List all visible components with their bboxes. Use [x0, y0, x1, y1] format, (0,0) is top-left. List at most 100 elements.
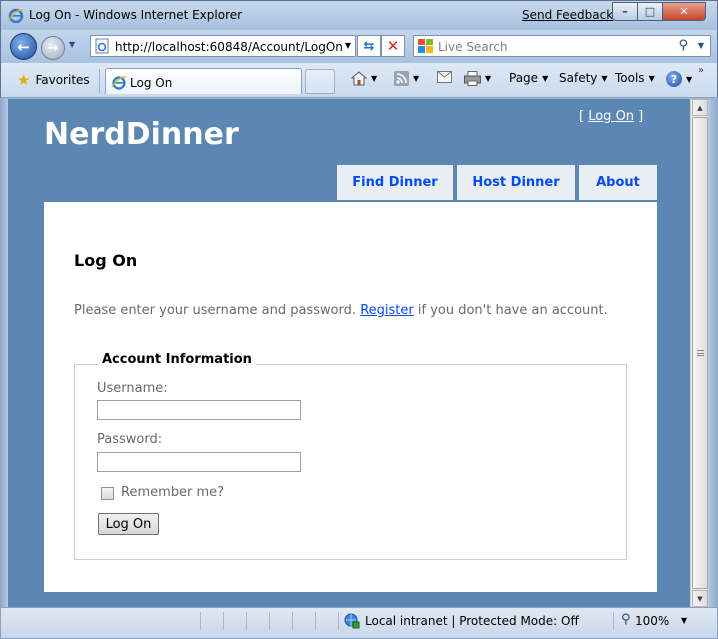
safety-menu[interactable]: Safety ▼ — [559, 71, 608, 85]
fieldset-legend: Account Information — [98, 352, 256, 367]
chevron-down-icon: ▼ — [697, 594, 703, 603]
recent-pages-dropdown-icon[interactable]: ▼ — [69, 40, 75, 49]
login-display: [ Log On ] — [579, 109, 643, 124]
minimize-button[interactable]: – — [612, 2, 638, 21]
vertical-scrollbar[interactable]: ▲ ▼ — [690, 99, 708, 607]
rss-feed-icon — [394, 71, 409, 86]
chevron-up-icon: ▲ — [697, 103, 703, 112]
divider — [200, 612, 201, 630]
favorites-button[interactable]: ★ Favorites — [11, 69, 96, 91]
title-bar: Log On - Windows Internet Explorer Send … — [0, 0, 718, 30]
close-button[interactable]: ✕ — [663, 2, 706, 21]
tools-menu[interactable]: Tools ▼ — [615, 71, 655, 85]
intro-text-after: if you don't have an account. — [413, 303, 608, 318]
internet-explorer-icon — [111, 76, 127, 90]
forward-arrow-icon: → — [47, 40, 59, 56]
read-mail-button[interactable] — [437, 71, 452, 83]
window-frame-right — [708, 99, 718, 607]
stop-icon: ✕ — [386, 37, 400, 55]
chevron-down-icon: ▼ — [542, 73, 549, 83]
divider — [246, 612, 247, 630]
scroll-up-button[interactable]: ▲ — [692, 99, 708, 116]
address-dropdown-icon[interactable]: ▼ — [345, 41, 351, 50]
tab-log-on[interactable]: Log On — [105, 68, 302, 94]
toolbar-overflow-icon[interactable]: » — [698, 65, 704, 76]
search-input[interactable]: Live Search ⚲ ▼ — [413, 35, 711, 57]
tab-label: Log On — [130, 76, 173, 90]
divider — [338, 612, 339, 630]
menu-find-dinner[interactable]: Find Dinner — [337, 165, 453, 200]
log-on-link[interactable]: Log On — [588, 109, 634, 124]
password-field[interactable] — [97, 452, 301, 472]
menu-about[interactable]: About — [579, 165, 657, 200]
chevron-down-icon: ▼ — [371, 74, 378, 83]
send-feedback-link[interactable]: Send Feedback — [522, 8, 613, 22]
scroll-down-button[interactable]: ▼ — [692, 590, 708, 607]
stop-button[interactable]: ✕ — [381, 35, 405, 57]
search-placeholder: Live Search — [438, 40, 508, 54]
page-title: Log On — [74, 251, 138, 270]
forward-button[interactable]: → — [41, 36, 65, 60]
live-search-logo-icon — [418, 39, 433, 53]
chevron-down-icon: ▼ — [413, 74, 420, 83]
chevron-down-icon: ▼ — [648, 73, 655, 83]
maximize-icon: □ — [644, 5, 656, 18]
divider — [613, 612, 614, 630]
remember-me-checkbox[interactable] — [101, 487, 114, 500]
divider — [99, 69, 100, 93]
help-menu[interactable]: ? ▼ — [666, 71, 692, 87]
zoom-dropdown-icon[interactable]: ▼ — [681, 616, 687, 625]
back-button[interactable]: ← — [10, 33, 37, 60]
tab-bar: ★ Favorites Log On ▼ ▼ ▼ Page ▼ Safety ▼… — [0, 63, 718, 98]
favorites-label: Favorites — [35, 73, 90, 87]
close-icon: ✕ — [679, 5, 689, 18]
zoom-level[interactable]: 100% — [635, 614, 669, 628]
login-bracket-open: [ — [579, 109, 589, 124]
username-label: Username: — [97, 381, 168, 396]
address-bar[interactable]: http://localhost:60848/Account/LogOn ▼ — [90, 35, 356, 57]
safety-menu-label: Safety — [559, 71, 598, 85]
minimize-icon: – — [622, 5, 628, 18]
register-link[interactable]: Register — [360, 303, 414, 318]
divider — [223, 612, 224, 630]
scrollbar-thumb[interactable] — [692, 117, 708, 589]
security-zone-text[interactable]: Local intranet | Protected Mode: Off — [365, 614, 579, 628]
new-tab-button[interactable] — [305, 69, 335, 94]
page-menu-label: Page — [509, 71, 539, 85]
chevron-down-icon: ▼ — [601, 73, 608, 83]
status-bar: Local intranet | Protected Mode: Off ⚲ 1… — [0, 607, 718, 639]
internet-explorer-icon — [8, 8, 24, 23]
search-options-dropdown-icon[interactable]: ▼ — [698, 41, 704, 50]
divider — [292, 612, 293, 630]
site-title: NerdDinner — [44, 117, 239, 152]
home-button[interactable]: ▼ — [351, 71, 377, 86]
page-menu[interactable]: Page ▼ — [509, 71, 548, 85]
menu-host-dinner[interactable]: Host Dinner — [457, 165, 575, 200]
refresh-button[interactable]: ⇆ — [357, 35, 381, 57]
zoom-icon[interactable]: ⚲ — [621, 612, 631, 627]
password-label: Password: — [97, 432, 163, 447]
printer-icon — [464, 71, 481, 86]
chevron-down-icon: ▼ — [485, 74, 492, 83]
home-icon — [351, 71, 367, 86]
chevron-down-icon: ▼ — [686, 74, 693, 84]
window-controls: – □ ✕ — [612, 2, 706, 21]
remember-me-label: Remember me? — [121, 485, 225, 500]
feeds-button[interactable]: ▼ — [394, 71, 419, 86]
log-on-button[interactable]: Log On — [98, 513, 159, 535]
tools-menu-label: Tools — [615, 71, 645, 85]
divider — [315, 612, 316, 630]
help-icon: ? — [666, 71, 682, 87]
main-menu: Find Dinner Host Dinner About — [337, 165, 657, 200]
mail-icon — [437, 71, 452, 83]
print-button[interactable]: ▼ — [464, 71, 491, 86]
refresh-icon: ⇆ — [363, 38, 375, 54]
maximize-button[interactable]: □ — [638, 2, 663, 21]
window-frame-left — [0, 99, 8, 607]
username-field[interactable] — [97, 400, 301, 420]
favorites-star-icon: ★ — [17, 71, 31, 89]
search-icon[interactable]: ⚲ — [678, 38, 688, 53]
scrollbar-grip-icon — [697, 350, 704, 356]
intro-text: Please enter your username and password.… — [74, 303, 608, 318]
page-viewport: NerdDinner [ Log On ] Find Dinner Host D… — [8, 99, 690, 607]
